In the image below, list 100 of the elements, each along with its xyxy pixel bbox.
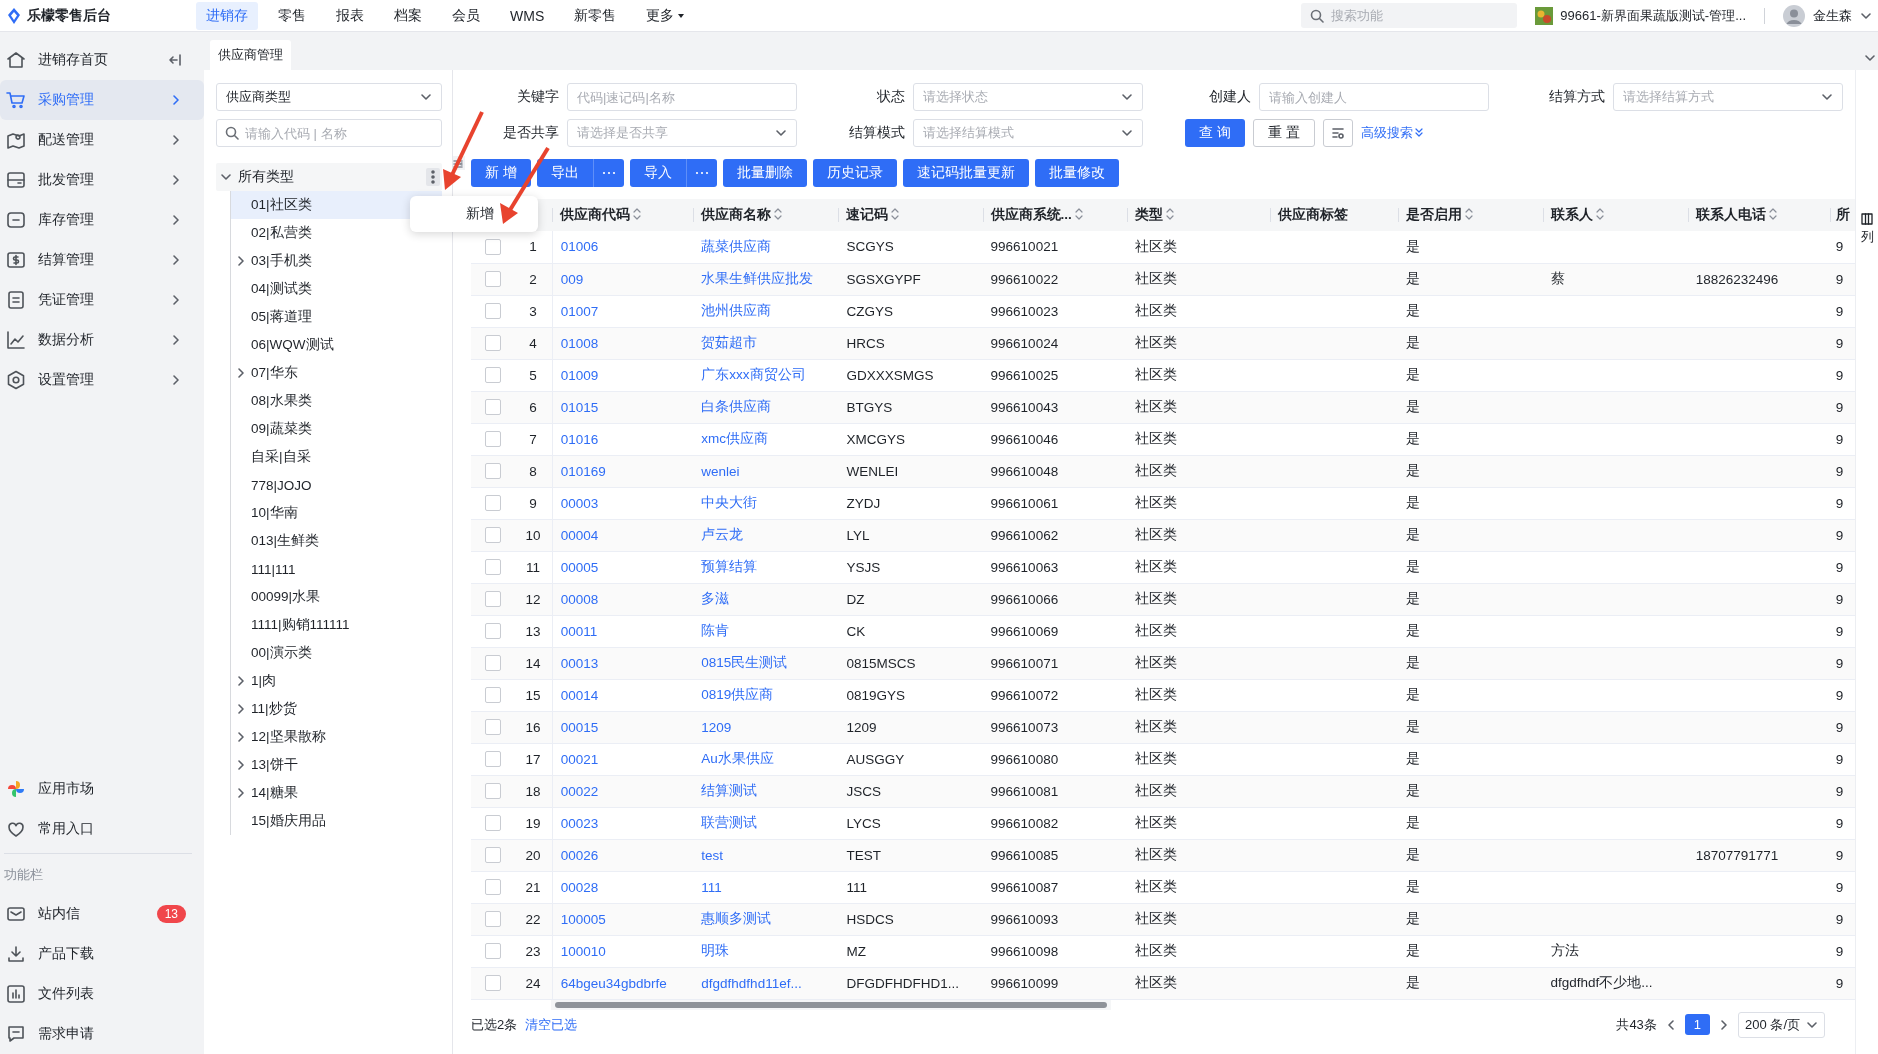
table-link[interactable]: 惠顺多测试 — [693, 903, 839, 935]
tree-node[interactable]: 13|饼干 — [231, 751, 442, 779]
page-size-select[interactable]: 200 条/页 — [1738, 1011, 1825, 1038]
table-link[interactable]: 00003 — [552, 487, 694, 519]
table-link[interactable]: 00026 — [552, 839, 694, 871]
clear-selection-link[interactable]: 清空已选 — [525, 1015, 578, 1034]
table-link[interactable]: 结算测试 — [693, 775, 839, 807]
sidebar-item[interactable]: 批发管理 — [0, 160, 204, 200]
table-link[interactable]: 蔬菜供应商 — [693, 231, 839, 263]
sidebar-item[interactable]: 进销存首页 — [0, 40, 204, 80]
table-link[interactable]: 01008 — [552, 327, 694, 359]
toolbar-button[interactable]: 导入 — [629, 159, 686, 187]
table-link[interactable]: 00005 — [552, 551, 694, 583]
sidebar-item[interactable]: 配送管理 — [0, 120, 204, 160]
advanced-search-link[interactable]: 高级搜索 — [1360, 124, 1423, 142]
tree-node[interactable]: 013|生鲜类 — [231, 527, 442, 555]
tree-node[interactable]: 08|水果类 — [231, 387, 442, 415]
table-link[interactable]: 水果生鲜供应批发 — [693, 263, 839, 295]
tree-node[interactable]: 05|蒋道理 — [231, 303, 442, 331]
table-link[interactable]: 100010 — [552, 935, 694, 967]
input-field[interactable]: 代码|速记码|名称 — [567, 83, 797, 111]
nav-tab[interactable]: 新零售 — [564, 1, 627, 30]
table-link[interactable]: 01009 — [552, 359, 694, 391]
type-select[interactable]: 供应商类型 — [216, 83, 442, 111]
table-link[interactable]: 联营测试 — [693, 807, 839, 839]
table-link[interactable]: 01007 — [552, 295, 694, 327]
sidebar-item[interactable]: 应用市场 — [0, 769, 204, 809]
column-header[interactable]: 联系人电话 — [1695, 207, 1766, 222]
column-header[interactable]: 供应商系统... — [990, 207, 1072, 222]
table-link[interactable]: 00011 — [552, 615, 694, 647]
table-link[interactable]: 1209 — [693, 711, 839, 743]
tree-node[interactable]: 00|演示类 — [231, 639, 442, 667]
sidebar-item[interactable]: 设置管理 — [0, 360, 204, 400]
tree-node[interactable]: 04|测试类 — [231, 275, 442, 303]
tree-node[interactable]: 10|华南 — [231, 499, 442, 527]
toolbar-button[interactable]: 批量删除 — [722, 159, 807, 187]
tree-node[interactable]: 09|蔬菜类 — [231, 415, 442, 443]
table-link[interactable]: 00022 — [552, 775, 694, 807]
page-button[interactable]: 1 — [1684, 1014, 1711, 1035]
tree-node[interactable]: 03|手机类 — [231, 247, 442, 275]
tree-node[interactable]: 1|肉 — [231, 667, 442, 695]
table-link[interactable]: 多滋 — [693, 583, 839, 615]
nav-tab[interactable]: 档案 — [384, 1, 432, 30]
toolbar-button[interactable]: 历史记录 — [812, 159, 897, 187]
nav-tab[interactable]: 会员 — [442, 1, 490, 30]
search-field[interactable]: 请输入代码 | 名称 — [216, 119, 442, 147]
sidebar-item[interactable]: 文件列表 — [0, 974, 204, 1014]
sidebar-item[interactable]: 采购管理 — [0, 80, 204, 120]
sidebar-item[interactable]: 数据分析 — [0, 320, 204, 360]
column-header[interactable]: 类型 — [1134, 207, 1163, 222]
tree-node[interactable]: 自采|自采 — [231, 443, 442, 471]
tree-node[interactable]: 11|炒货 — [231, 695, 442, 723]
table-link[interactable]: 0819供应商 — [693, 679, 839, 711]
table-link[interactable]: 00014 — [552, 679, 694, 711]
input-field[interactable]: 请输入创建人 — [1259, 83, 1489, 111]
column-header[interactable]: 是否启用 — [1406, 207, 1463, 222]
tree-node[interactable]: 111|111 — [231, 555, 442, 583]
table-link[interactable]: 010169 — [552, 455, 694, 487]
user-name[interactable]: 金生森 — [1813, 6, 1852, 25]
table-link[interactable]: wenlei — [693, 455, 839, 487]
column-header[interactable]: 联系人 — [1550, 207, 1593, 222]
nav-tab[interactable]: 更多 — [636, 1, 696, 30]
tree-node[interactable]: 07|华东 — [231, 359, 442, 387]
nav-tab[interactable]: 进销存 — [196, 1, 258, 30]
tree-node[interactable]: 15|婚庆用品 — [231, 807, 442, 835]
column-header[interactable]: 供应商代码 — [560, 207, 631, 222]
table-link[interactable]: 贺茹超市 — [693, 327, 839, 359]
table-link[interactable]: 01006 — [552, 231, 694, 263]
table-link[interactable]: 64bgeu34gbdbrfe — [552, 967, 694, 999]
table-link[interactable]: 池州供应商 — [693, 295, 839, 327]
table-link[interactable]: 009 — [552, 263, 694, 295]
table-link[interactable]: 00015 — [552, 711, 694, 743]
table-link[interactable]: xmc供应商 — [693, 423, 839, 455]
tree-node[interactable]: 778|JOJO — [231, 471, 442, 499]
table-link[interactable]: 00008 — [552, 583, 694, 615]
sidebar-item[interactable]: 产品下载 — [0, 934, 204, 974]
table-link[interactable]: test — [693, 839, 839, 871]
column-header[interactable]: 供应商名称 — [701, 207, 772, 222]
table-link[interactable]: 陈肯 — [693, 615, 839, 647]
tree-node[interactable]: 00099|水果 — [231, 583, 442, 611]
nav-tab[interactable]: WMS — [500, 1, 555, 30]
nav-tab[interactable]: 零售 — [268, 1, 316, 30]
table-link[interactable]: 0815民生测试 — [693, 647, 839, 679]
column-header[interactable]: 所 — [1835, 207, 1850, 222]
toolbar-button[interactable]: 速记码批量更新 — [902, 159, 1029, 187]
tree-node[interactable]: 14|糖果 — [231, 779, 442, 807]
table-link[interactable]: 00013 — [552, 647, 694, 679]
sidebar-item[interactable]: 结算管理 — [0, 240, 204, 280]
table-link[interactable]: 01016 — [552, 423, 694, 455]
sidebar-item[interactable]: 常用入口 — [0, 809, 204, 849]
table-link[interactable]: 中央大街 — [693, 487, 839, 519]
table-link[interactable]: dfgdfhdfhd11ef... — [693, 967, 839, 999]
table-link[interactable]: 00028 — [552, 871, 694, 903]
toolbar-button[interactable]: 导出 — [536, 159, 593, 187]
tree-node[interactable]: 06|WQW测试 — [231, 331, 442, 359]
column-header[interactable]: 供应商标签 — [1277, 207, 1348, 222]
tree-node[interactable]: 12|坚果散称 — [231, 723, 442, 751]
sidebar-item[interactable]: 凭证管理 — [0, 280, 204, 320]
tree-node[interactable]: 1111|购销111111 — [231, 611, 442, 639]
table-link[interactable]: 预算结算 — [693, 551, 839, 583]
